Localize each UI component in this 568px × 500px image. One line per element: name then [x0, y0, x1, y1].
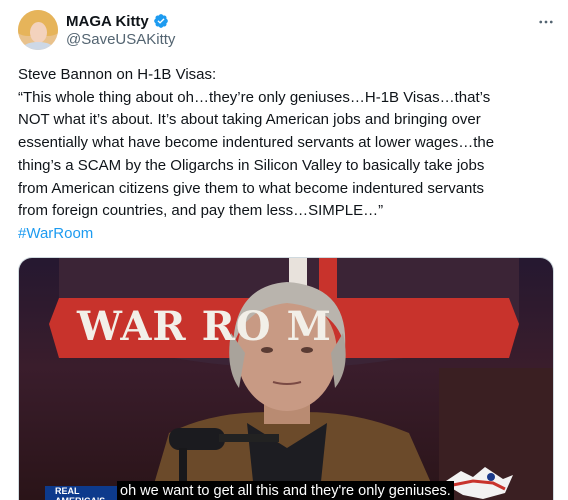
- author-avatar[interactable]: [18, 10, 58, 50]
- more-options-button[interactable]: [536, 12, 556, 32]
- tweet-line: from American citizens give them to what…: [18, 179, 485, 197]
- tweet-line: from foreign countries, and pay them les…: [18, 202, 384, 220]
- avatar-face: [30, 22, 47, 43]
- network-logo: REALAMERICA'S: [45, 486, 125, 500]
- video-caption: oh we want to get all this and they're o…: [117, 481, 454, 500]
- author-name-row[interactable]: MAGA Kitty: [66, 11, 169, 31]
- more-options-icon: [539, 20, 553, 24]
- tweet-line: thing’s a SCAM by the Oligarchs in Silic…: [18, 156, 485, 174]
- author-handle[interactable]: @SaveUSAKitty: [66, 31, 175, 48]
- hashtag-link[interactable]: #WarRoom: [18, 223, 558, 246]
- tweet-line: NOT what it’s about. It’s about taking A…: [18, 111, 481, 129]
- avatar-shoulder: [22, 42, 54, 50]
- tweet-line: essentially what have become indentured …: [18, 134, 495, 152]
- author-display-name[interactable]: MAGA Kitty: [66, 13, 149, 30]
- tweet-text: Steve Bannon on H-1B Visas: “This whole …: [18, 64, 558, 246]
- tweet-line: Steve Bannon on H-1B Visas:: [18, 66, 217, 83]
- verified-badge-icon: [153, 14, 168, 28]
- tweet-line: “This whole thing about oh…they’re only …: [18, 88, 491, 106]
- war-room-sign: WAR RO M: [77, 303, 332, 350]
- tweet-video[interactable]: WAR RO M REALAMERICA'S oh we want to get…: [18, 257, 554, 500]
